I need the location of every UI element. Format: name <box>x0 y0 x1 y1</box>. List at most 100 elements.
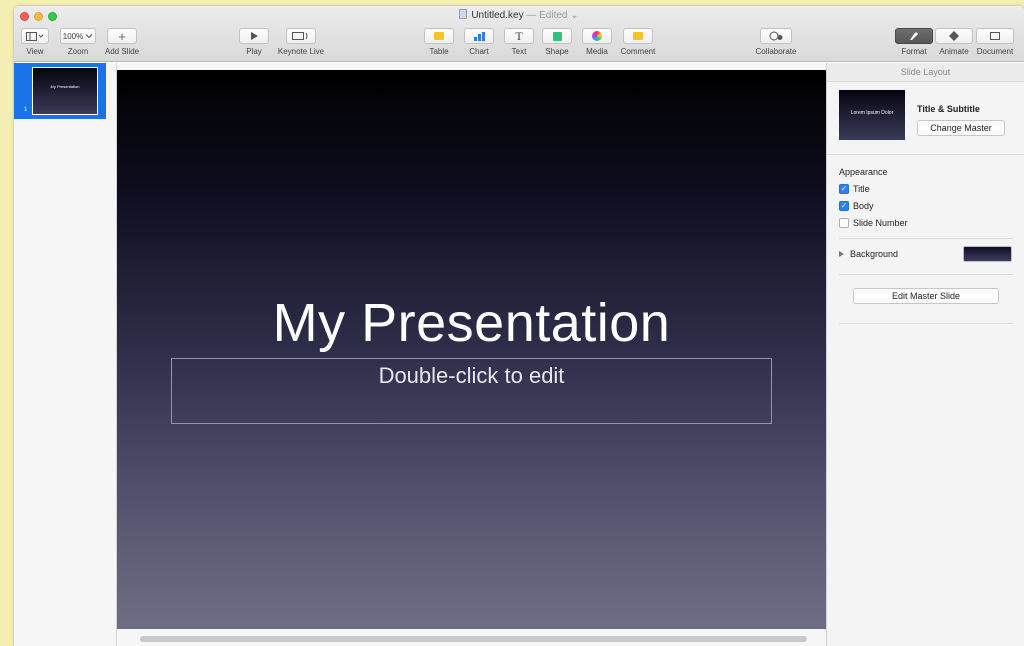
horizontal-scrollbar[interactable] <box>140 636 807 642</box>
play-label: Play <box>246 47 262 56</box>
view-button[interactable] <box>21 28 49 44</box>
paintbrush-icon <box>910 32 918 40</box>
play-icon <box>250 32 258 40</box>
comment-control[interactable]: Comment <box>618 28 658 56</box>
format-label: Format <box>901 47 927 56</box>
master-thumbnail[interactable]: Lorem Ipsum Dolor <box>839 90 905 140</box>
slide-navigator: My Presentation 1 <box>14 63 117 646</box>
slide-number-checkbox-label: Slide Number <box>853 218 908 228</box>
window-title-text: Untitled.key <box>471 10 524 21</box>
comment-button[interactable] <box>623 28 653 44</box>
table-label: Table <box>429 47 449 56</box>
format-control[interactable]: Format <box>894 28 934 56</box>
document-icon <box>459 9 468 19</box>
text-control[interactable]: T Text <box>502 28 536 56</box>
comment-label: Comment <box>620 47 656 56</box>
slide-canvas: My Presentation Double-click to edit <box>117 63 826 646</box>
chevron-down-icon <box>85 34 93 39</box>
subtitle-placeholder[interactable]: Double-click to edit <box>171 358 772 424</box>
chart-button[interactable] <box>464 28 494 44</box>
change-master-button[interactable]: Change Master <box>917 120 1005 136</box>
shape-control[interactable]: Shape <box>540 28 574 56</box>
keynote-window: Untitled.key — Edited ⌄ View 100% Zoom +… <box>14 6 1024 646</box>
toolbar: Untitled.key — Edited ⌄ View 100% Zoom +… <box>14 6 1024 62</box>
media-control[interactable]: Media <box>580 28 614 56</box>
view-label: View <box>26 47 44 56</box>
media-label: Media <box>586 47 608 56</box>
document-control[interactable]: Document <box>974 28 1016 56</box>
add-slide-control[interactable]: + Add Slide <box>102 28 142 56</box>
disclosure-triangle-icon[interactable] <box>839 251 844 257</box>
zoom-control[interactable]: 100% Zoom <box>60 28 96 56</box>
plus-icon: + <box>118 28 126 44</box>
master-name: Title & Subtitle <box>917 104 980 114</box>
animate-control[interactable]: Animate <box>934 28 974 56</box>
add-slide-label: Add Slide <box>104 47 140 56</box>
add-slide-button[interactable]: + <box>107 28 137 44</box>
slide-thumbnail-text: My Presentation <box>50 84 80 89</box>
checkmark-icon: ✓ <box>840 184 848 193</box>
appearance-heading: Appearance <box>839 167 888 177</box>
edited-status[interactable]: — Edited ⌄ <box>526 10 578 21</box>
diamond-icon <box>949 31 959 41</box>
divider <box>839 274 1013 275</box>
title-checkbox-row[interactable]: ✓ Title <box>839 184 870 194</box>
divider <box>827 154 1024 155</box>
shape-label: Shape <box>545 47 569 56</box>
subtitle-text: Double-click to edit <box>378 363 565 388</box>
table-control[interactable]: Table <box>422 28 456 56</box>
body-checkbox-label: Body <box>853 201 874 211</box>
document-button[interactable] <box>976 28 1014 44</box>
checkmark-icon: ✓ <box>840 201 848 210</box>
view-control[interactable]: View <box>20 28 50 56</box>
collaborate-icon <box>769 31 783 41</box>
zoom-select[interactable]: 100% <box>60 28 96 44</box>
collaborate-control[interactable]: Collaborate <box>750 28 802 56</box>
animate-button[interactable] <box>935 28 973 44</box>
shape-icon <box>552 31 562 41</box>
shape-button[interactable] <box>542 28 572 44</box>
comment-icon <box>633 32 643 40</box>
table-button[interactable] <box>424 28 454 44</box>
master-thumbnail-text: Lorem Ipsum Dolor <box>850 110 894 116</box>
edit-master-slide-button[interactable]: Edit Master Slide <box>853 288 999 304</box>
slide-number-checkbox-row[interactable]: Slide Number <box>839 218 908 228</box>
zoom-value: 100% <box>62 31 84 41</box>
text-label: Text <box>511 47 527 56</box>
divider <box>839 323 1013 324</box>
play-control[interactable]: Play <box>238 28 270 56</box>
format-button[interactable] <box>895 28 933 44</box>
chart-label: Chart <box>469 47 489 56</box>
collaborate-button[interactable] <box>760 28 792 44</box>
collaborate-label: Collaborate <box>755 47 797 56</box>
chart-control[interactable]: Chart <box>462 28 496 56</box>
slide-thumbnail-1[interactable]: My Presentation 1 <box>14 63 106 119</box>
document-panel-icon <box>990 32 1000 40</box>
body-checkbox-row[interactable]: ✓ Body <box>839 201 874 211</box>
play-button[interactable] <box>239 28 269 44</box>
slide-number-checkbox[interactable] <box>839 218 849 228</box>
format-inspector: Slide Layout Lorem Ipsum Dolor Title & S… <box>826 63 1024 646</box>
slide[interactable]: My Presentation Double-click to edit <box>117 70 826 629</box>
title-checkbox[interactable]: ✓ <box>839 184 849 194</box>
window-title: Untitled.key — Edited ⌄ <box>14 9 1024 21</box>
body-checkbox[interactable]: ✓ <box>839 201 849 211</box>
keynote-live-button[interactable] <box>286 28 316 44</box>
slide-title[interactable]: My Presentation <box>117 292 826 354</box>
title-checkbox-label: Title <box>853 184 870 194</box>
media-icon <box>592 31 602 41</box>
bar-chart-icon <box>473 31 485 41</box>
background-color-well[interactable] <box>963 246 1012 262</box>
table-icon <box>434 32 444 40</box>
sidebar-layout-icon <box>26 31 44 41</box>
text-icon: T <box>515 28 523 43</box>
keynote-live-label: Keynote Live <box>277 47 325 56</box>
text-button[interactable]: T <box>504 28 534 44</box>
background-row[interactable]: Background <box>839 249 898 259</box>
divider <box>839 238 1013 239</box>
zoom-label: Zoom <box>67 47 89 56</box>
keynote-live-control[interactable]: Keynote Live <box>274 28 328 56</box>
media-button[interactable] <box>582 28 612 44</box>
background-label: Background <box>850 249 899 259</box>
document-label: Document <box>976 47 1014 56</box>
